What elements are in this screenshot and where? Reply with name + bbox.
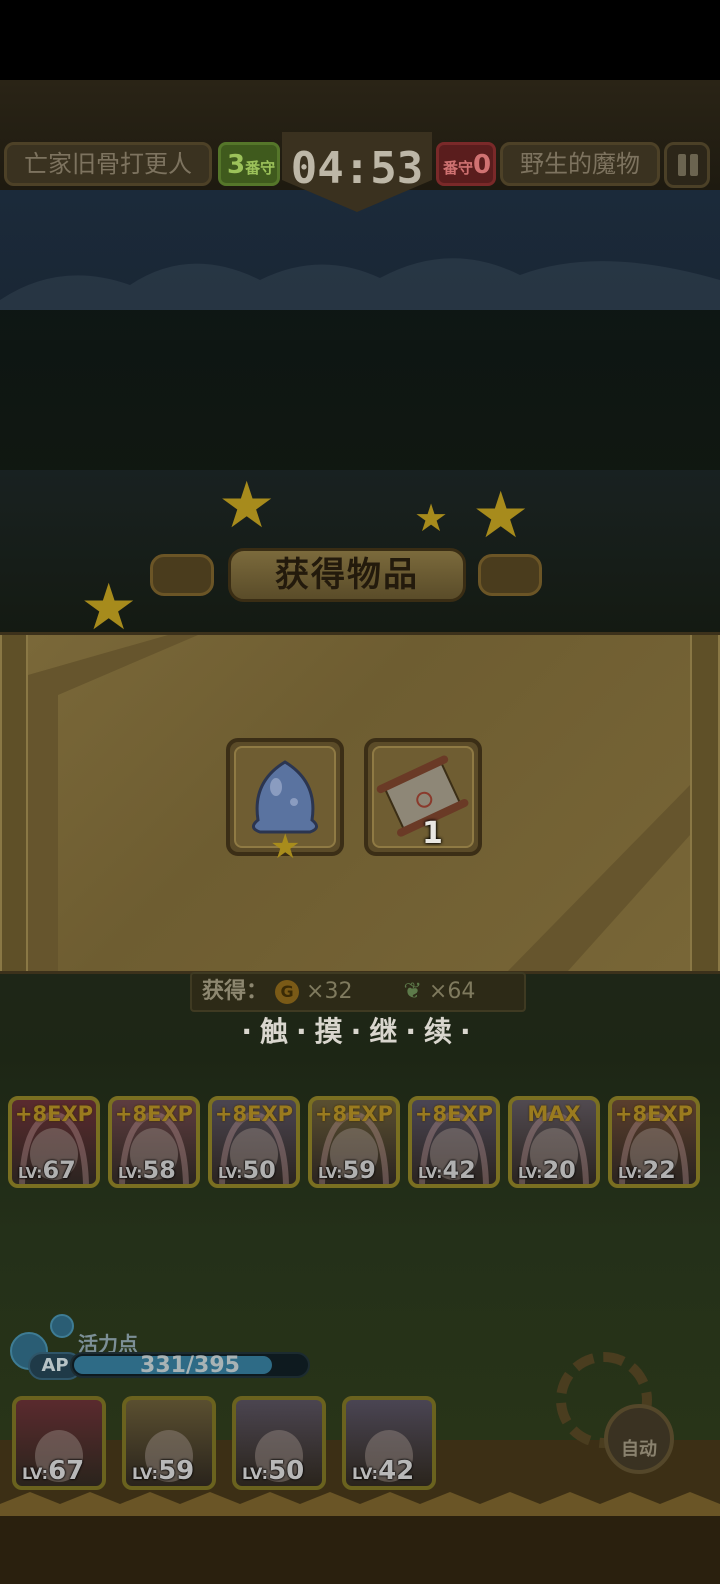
party-member-card: +8EXP LV:50 xyxy=(208,1096,300,1188)
exp-gain: MAX xyxy=(527,1102,581,1126)
member-level: LV:59 xyxy=(318,1156,376,1184)
left-score-suffix: 番守 xyxy=(245,159,276,177)
zigzag-divider xyxy=(0,1492,720,1516)
ribbon-right xyxy=(478,554,542,596)
lv-label: LV: xyxy=(218,1164,243,1182)
exp-gain: +8EXP xyxy=(214,1102,294,1126)
pause-button[interactable] xyxy=(664,142,710,188)
lv-label: LV: xyxy=(22,1464,49,1483)
level-value: 58 xyxy=(142,1156,176,1184)
star-decoration-icon: ★ xyxy=(218,469,276,543)
exp-gain: +8EXP xyxy=(414,1102,494,1126)
level-value: 22 xyxy=(642,1156,676,1184)
lv-label: LV: xyxy=(242,1464,269,1483)
lv-label: LV: xyxy=(518,1164,543,1182)
team-member-card[interactable]: LV:42 xyxy=(342,1396,436,1490)
forest-silhouette xyxy=(0,310,720,470)
right-score-value: 0 xyxy=(473,150,492,180)
rarity-star-icon: ★ xyxy=(270,827,301,867)
reward-item-slime[interactable]: ★ xyxy=(226,738,344,864)
item-count: 1 xyxy=(422,816,443,851)
party-member-card: +8EXP LV:42 xyxy=(408,1096,500,1188)
exp-gain: +8EXP xyxy=(114,1102,194,1126)
star-decoration-icon: ★ xyxy=(80,571,138,645)
gold-coin-icon: G xyxy=(275,980,300,1004)
pause-icon xyxy=(678,154,686,176)
member-level: LV:67 xyxy=(22,1456,84,1486)
party-member-card: +8EXP LV:59 xyxy=(308,1096,400,1188)
team-member-card[interactable]: LV:50 xyxy=(232,1396,326,1490)
level-value: 20 xyxy=(542,1156,576,1184)
gold-amount: ×32 xyxy=(306,979,353,1004)
member-level: LV:22 xyxy=(618,1156,676,1184)
lv-label: LV: xyxy=(352,1464,379,1483)
reward-panel-body xyxy=(28,635,690,971)
status-bar xyxy=(0,0,720,80)
left-score: 3番守 xyxy=(218,142,280,186)
bottom-base xyxy=(0,1504,720,1584)
reward-panel[interactable] xyxy=(0,632,720,974)
party-member-card: MAX LV:20 xyxy=(508,1096,600,1188)
right-score-prefix: 番守 xyxy=(443,159,474,177)
feather-icon: ❦ xyxy=(403,979,422,1004)
member-level: LV:20 xyxy=(518,1156,576,1184)
exp-gain: +8EXP xyxy=(314,1102,394,1126)
exp-gain: +8EXP xyxy=(14,1102,94,1126)
team-member-card[interactable]: LV:67 xyxy=(12,1396,106,1490)
reward-summary: 获得： G ×32 ❦ ×64 xyxy=(190,972,526,1012)
lv-label: LV: xyxy=(618,1164,643,1182)
party-member-card: +8EXP LV:67 xyxy=(8,1096,100,1188)
feather-amount: ×64 xyxy=(428,979,476,1004)
member-level: LV:59 xyxy=(132,1456,194,1486)
auto-button[interactable]: 自动 xyxy=(604,1404,674,1474)
star-decoration-icon: ★ xyxy=(414,496,449,540)
left-score-value: 3 xyxy=(227,150,246,180)
level-value: 50 xyxy=(242,1156,276,1184)
level-value: 59 xyxy=(342,1156,376,1184)
member-level: LV:42 xyxy=(418,1156,476,1184)
reward-item-scroll[interactable]: 1 xyxy=(364,738,482,856)
auto-label: 自动 xyxy=(621,1439,657,1460)
level-value: 59 xyxy=(158,1456,195,1486)
lv-label: LV: xyxy=(418,1164,443,1182)
member-level: LV:42 xyxy=(352,1456,414,1486)
left-team-name: 亡家旧骨打更人 xyxy=(4,142,212,186)
ap-value: 331/395 xyxy=(140,1353,240,1378)
level-value: 42 xyxy=(442,1156,476,1184)
level-value: 42 xyxy=(378,1456,415,1486)
lv-label: LV: xyxy=(18,1164,43,1182)
member-level: LV:50 xyxy=(242,1456,304,1486)
level-value: 50 xyxy=(268,1456,305,1486)
touch-to-continue[interactable]: ·触·摸·继·续· xyxy=(200,1010,520,1050)
right-team-name: 野生的魔物 xyxy=(500,142,660,186)
exp-gain: +8EXP xyxy=(614,1102,694,1126)
member-level: LV:50 xyxy=(218,1156,276,1184)
team-member-card[interactable]: LV:59 xyxy=(122,1396,216,1490)
member-level: LV:67 xyxy=(18,1156,76,1184)
lv-label: LV: xyxy=(132,1464,159,1483)
reward-title: 获得物品 xyxy=(150,548,550,604)
reward-label: 获得： xyxy=(202,979,269,1004)
level-value: 67 xyxy=(48,1456,85,1486)
level-value: 67 xyxy=(42,1156,76,1184)
party-member-card: +8EXP LV:58 xyxy=(108,1096,200,1188)
lv-label: LV: xyxy=(318,1164,343,1182)
right-score: 番守0 xyxy=(436,142,496,186)
member-level: LV:58 xyxy=(118,1156,176,1184)
party-member-card: +8EXP LV:22 xyxy=(608,1096,700,1188)
ribbon-left xyxy=(150,554,214,596)
ap-bar: 331/395 xyxy=(70,1352,310,1378)
dialog-title: 获得物品 xyxy=(228,548,466,602)
star-decoration-icon: ★ xyxy=(472,479,530,553)
lv-label: LV: xyxy=(118,1164,143,1182)
